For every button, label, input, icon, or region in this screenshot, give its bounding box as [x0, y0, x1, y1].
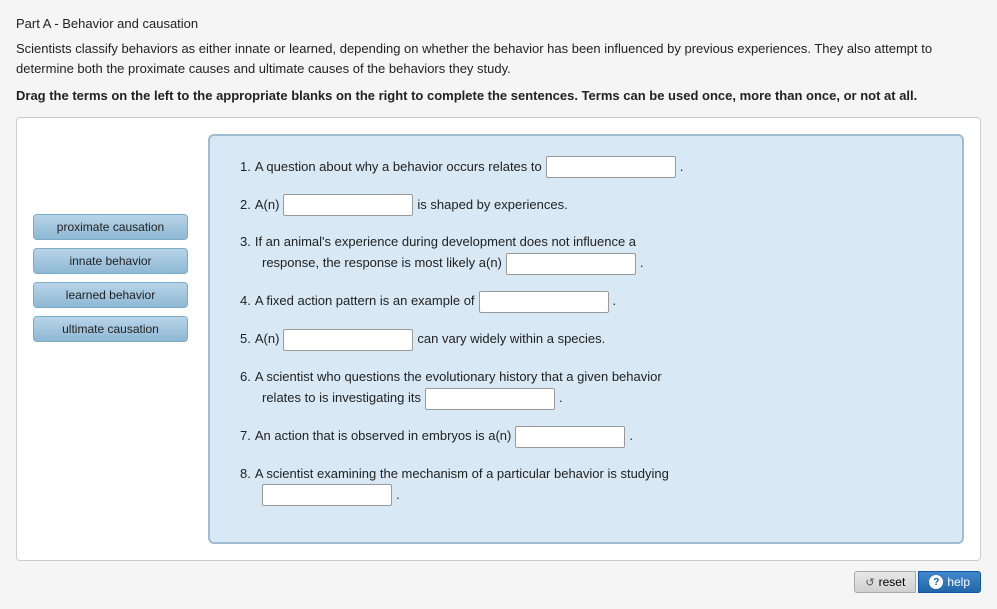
- q5-text-before: A(n): [255, 329, 280, 350]
- q1-number: 1.: [240, 157, 251, 178]
- q7-blank[interactable]: [515, 426, 625, 448]
- reset-label: reset: [879, 575, 906, 589]
- term-ultimate-causation[interactable]: ultimate causation: [33, 316, 188, 342]
- question-7: 7. An action that is observed in embryos…: [240, 426, 932, 448]
- q2-blank[interactable]: [283, 194, 413, 216]
- question-4: 4. A fixed action pattern is an example …: [240, 291, 932, 313]
- question-3: 3. If an animal's experience during deve…: [240, 232, 932, 275]
- help-icon: ?: [929, 575, 943, 589]
- help-label: help: [947, 575, 970, 589]
- q3-text-line1: If an animal's experience during develop…: [255, 232, 636, 253]
- q2-text-before: A(n): [255, 195, 280, 216]
- q3-text-line2-after: .: [640, 253, 644, 274]
- reset-icon: ↺: [865, 576, 874, 589]
- q4-blank[interactable]: [479, 291, 609, 313]
- instruction-text: Drag the terms on the left to the approp…: [16, 88, 936, 103]
- q5-text-after: can vary widely within a species.: [417, 329, 605, 350]
- part-title: - Behavior and causation: [51, 16, 198, 31]
- q2-text-after: is shaped by experiences.: [417, 195, 567, 216]
- part-label: Part A: [16, 16, 51, 31]
- q3-text-line2-before: response, the response is most likely a(…: [262, 253, 502, 274]
- q6-text-line2-after: .: [559, 388, 563, 409]
- q4-number: 4.: [240, 291, 251, 312]
- description-text: Scientists classify behaviors as either …: [16, 39, 936, 78]
- q2-number: 2.: [240, 195, 251, 216]
- q1-text-after: .: [680, 157, 684, 178]
- q8-text-after: .: [396, 485, 400, 506]
- q7-text-after: .: [629, 426, 633, 447]
- q6-number: 6.: [240, 367, 251, 388]
- q8-text-line1: A scientist examining the mechanism of a…: [255, 464, 669, 485]
- q5-blank[interactable]: [283, 329, 413, 351]
- bottom-bar: ↺ reset ? help: [16, 571, 981, 593]
- term-learned-behavior[interactable]: learned behavior: [33, 282, 188, 308]
- term-proximate-causation[interactable]: proximate causation: [33, 214, 188, 240]
- main-container: proximate causation innate behavior lear…: [16, 117, 981, 561]
- q1-text-before: A question about why a behavior occurs r…: [255, 157, 542, 178]
- q3-number: 3.: [240, 232, 251, 253]
- term-innate-behavior[interactable]: innate behavior: [33, 248, 188, 274]
- q8-number: 8.: [240, 464, 251, 485]
- q6-text-line2-before: relates to is investigating its: [262, 388, 421, 409]
- question-6: 6. A scientist who questions the evoluti…: [240, 367, 932, 410]
- q4-text-after: .: [613, 291, 617, 312]
- q8-blank[interactable]: [262, 484, 392, 506]
- help-button[interactable]: ? help: [918, 571, 981, 593]
- question-2: 2. A(n) is shaped by experiences.: [240, 194, 932, 216]
- question-8: 8. A scientist examining the mechanism o…: [240, 464, 932, 507]
- reset-button[interactable]: ↺ reset: [854, 571, 916, 593]
- q1-blank[interactable]: [546, 156, 676, 178]
- questions-panel: 1. A question about why a behavior occur…: [208, 134, 964, 544]
- part-header: Part A - Behavior and causation: [16, 16, 981, 31]
- question-5: 5. A(n) can vary widely within a species…: [240, 329, 932, 351]
- q5-number: 5.: [240, 329, 251, 350]
- q7-number: 7.: [240, 426, 251, 447]
- q4-text-before: A fixed action pattern is an example of: [255, 291, 475, 312]
- q7-text-before: An action that is observed in embryos is…: [255, 426, 512, 447]
- terms-panel: proximate causation innate behavior lear…: [33, 214, 188, 342]
- q3-blank[interactable]: [506, 253, 636, 275]
- q6-blank[interactable]: [425, 388, 555, 410]
- question-1: 1. A question about why a behavior occur…: [240, 156, 932, 178]
- q6-text-line1: A scientist who questions the evolutiona…: [255, 367, 662, 388]
